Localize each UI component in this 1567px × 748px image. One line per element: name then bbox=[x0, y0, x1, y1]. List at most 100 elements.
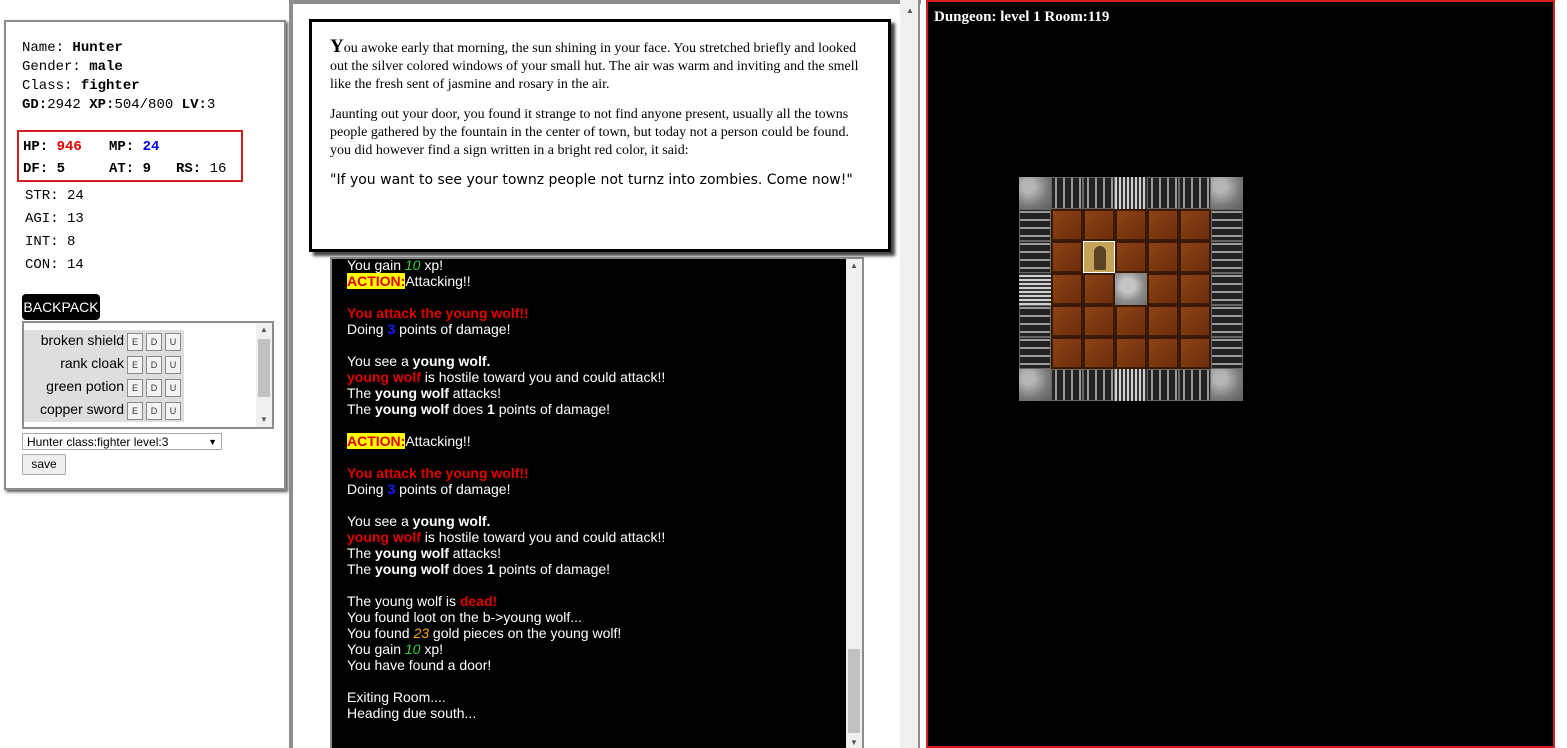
floor-tile bbox=[1051, 209, 1083, 241]
floor-tile bbox=[1083, 273, 1115, 305]
scroll-up-icon[interactable]: ▲ bbox=[256, 323, 272, 337]
log-line: ACTION:Attacking!! bbox=[347, 273, 471, 289]
use-button[interactable]: U bbox=[165, 379, 181, 397]
page-scrollbar[interactable]: ▲ bbox=[900, 0, 920, 748]
wall-tile bbox=[1211, 337, 1243, 369]
log-scrollbar[interactable]: ▲ ▼ bbox=[846, 259, 862, 748]
character-name: Hunter bbox=[72, 40, 123, 56]
save-button[interactable]: save bbox=[22, 454, 66, 475]
use-button[interactable]: U bbox=[165, 333, 181, 351]
agi-stat: AGI: 13 bbox=[25, 211, 84, 227]
backpack-item: rank cloak E D U bbox=[24, 353, 184, 376]
corner-stone-tile bbox=[1211, 177, 1243, 209]
floor-tile bbox=[1051, 305, 1083, 337]
dungeon-title: Dungeon: level 1 Room:119 bbox=[934, 9, 1110, 25]
floor-tile bbox=[1051, 241, 1083, 273]
backpack-item: copper sword E D U bbox=[24, 399, 184, 422]
player-icon bbox=[1094, 246, 1106, 270]
log-line: young wolf is hostile toward you and cou… bbox=[347, 529, 666, 545]
story-box: You awoke early that morning, the sun sh… bbox=[309, 19, 891, 252]
log-line: You have found a door! bbox=[347, 657, 492, 673]
use-button[interactable]: U bbox=[165, 356, 181, 374]
drop-button[interactable]: D bbox=[146, 356, 162, 374]
log-line: You see a young wolf. bbox=[347, 353, 491, 369]
save-slot-select[interactable]: Hunter class:fighter level:3 ▼ bbox=[22, 433, 222, 450]
door-grate-tile bbox=[1019, 273, 1051, 305]
door-grate-tile bbox=[1115, 369, 1147, 401]
backpack-button[interactable]: BACKPACK bbox=[22, 294, 100, 320]
backpack-scrollbar[interactable]: ▲ ▼ bbox=[256, 323, 272, 427]
log-line: You found loot on the b->young wolf... bbox=[347, 609, 582, 625]
dungeon-view: Dungeon: level 1 Room:119 bbox=[926, 0, 1555, 748]
log-line: The young wolf attacks! bbox=[347, 385, 502, 401]
equip-button[interactable]: E bbox=[127, 379, 143, 397]
wall-tile bbox=[1019, 305, 1051, 337]
log-line: Exiting Room.... bbox=[347, 689, 446, 705]
use-button[interactable]: U bbox=[165, 402, 181, 420]
story-quote: "If you want to see your townz people no… bbox=[330, 172, 853, 188]
corner-stone-tile bbox=[1211, 369, 1243, 401]
character-gender: male bbox=[89, 59, 123, 75]
item-name: copper sword bbox=[39, 401, 124, 417]
scroll-thumb[interactable] bbox=[848, 649, 860, 733]
mp-stat: MP: 24 bbox=[109, 139, 160, 155]
chevron-down-icon: ▼ bbox=[208, 437, 217, 447]
log-line: You found 23 gold pieces on the young wo… bbox=[347, 625, 622, 641]
floor-tile bbox=[1147, 209, 1179, 241]
item-name: broken shield bbox=[40, 332, 124, 348]
backpack-item: broken shield E D U bbox=[24, 330, 184, 353]
log-line: The young wolf is dead! bbox=[347, 593, 498, 609]
floor-tile bbox=[1179, 305, 1211, 337]
scroll-down-icon[interactable]: ▼ bbox=[846, 736, 862, 748]
floor-tile bbox=[1115, 305, 1147, 337]
log-line: young wolf is hostile toward you and cou… bbox=[347, 369, 666, 385]
scroll-thumb[interactable] bbox=[258, 339, 270, 397]
hp-stat: HP: 946 bbox=[23, 139, 82, 155]
floor-tile bbox=[1083, 337, 1115, 369]
equip-button[interactable]: E bbox=[127, 402, 143, 420]
name-line: Name: Hunter bbox=[22, 40, 123, 56]
floor-tile bbox=[1115, 209, 1147, 241]
log-line: You gain 10 xp! bbox=[347, 257, 444, 273]
character-panel: Name: Hunter Gender: male Class: fighter… bbox=[4, 20, 286, 490]
wall-tile bbox=[1019, 241, 1051, 273]
log-line: You see a young wolf. bbox=[347, 513, 491, 529]
drop-button[interactable]: D bbox=[146, 333, 162, 351]
log-line: Doing 3 points of damage! bbox=[347, 321, 511, 337]
int-stat: INT: 8 bbox=[25, 234, 76, 250]
floor-tile bbox=[1147, 305, 1179, 337]
floor-tile bbox=[1147, 273, 1179, 305]
save-slot-value: Hunter class:fighter level:3 bbox=[27, 435, 169, 449]
con-stat: CON: 14 bbox=[25, 257, 84, 273]
wall-tile bbox=[1211, 305, 1243, 337]
stone-block-tile bbox=[1115, 273, 1147, 305]
floor-tile bbox=[1115, 241, 1147, 273]
wall-tile bbox=[1083, 369, 1115, 401]
drop-button[interactable]: D bbox=[146, 402, 162, 420]
scroll-up-icon[interactable]: ▲ bbox=[846, 259, 862, 273]
wall-tile bbox=[1051, 369, 1083, 401]
log-line: The young wolf does 1 points of damage! bbox=[347, 401, 611, 417]
floor-tile bbox=[1083, 305, 1115, 337]
floor-tile bbox=[1051, 273, 1083, 305]
rs-stat: RS: 16 bbox=[176, 161, 227, 177]
combat-stats-box: HP: 946 MP: 24 DF: 5 AT: 9 RS: 16 bbox=[17, 130, 243, 182]
story-paragraph: You awoke early that morning, the sun sh… bbox=[330, 36, 859, 92]
equip-button[interactable]: E bbox=[127, 333, 143, 351]
floor-tile bbox=[1179, 209, 1211, 241]
wall-tile bbox=[1083, 177, 1115, 209]
combat-log: You gain 10 xp! ACTION:Attacking!! You a… bbox=[330, 257, 864, 748]
scroll-up-icon[interactable]: ▲ bbox=[902, 4, 918, 18]
drop-button[interactable]: D bbox=[146, 379, 162, 397]
floor-tile bbox=[1179, 241, 1211, 273]
wall-tile bbox=[1179, 177, 1211, 209]
wall-tile bbox=[1179, 369, 1211, 401]
wall-tile bbox=[1211, 273, 1243, 305]
scroll-down-icon[interactable]: ▼ bbox=[256, 413, 272, 427]
corner-stone-tile bbox=[1019, 369, 1051, 401]
log-line: The young wolf does 1 points of damage! bbox=[347, 561, 611, 577]
log-line: You attack the young wolf!! bbox=[347, 305, 529, 321]
story-paragraph: Jaunting out your door, you found it str… bbox=[330, 107, 850, 158]
wall-tile bbox=[1019, 337, 1051, 369]
equip-button[interactable]: E bbox=[127, 356, 143, 374]
